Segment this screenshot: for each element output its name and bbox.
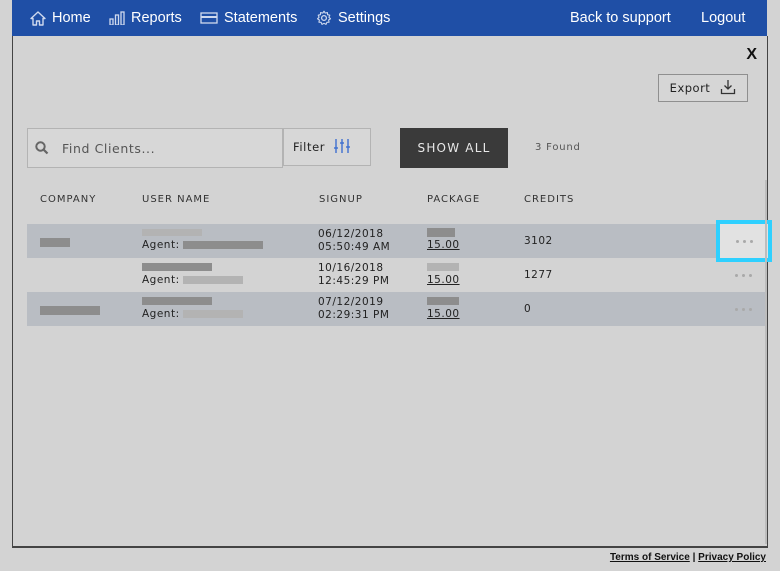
agent-label: Agent: (142, 274, 180, 286)
signup-date: 06/12/2018 (318, 228, 384, 240)
col-credits-header[interactable]: CREDITS (524, 194, 574, 205)
search-icon (34, 140, 50, 160)
filter-button[interactable]: Filter (283, 128, 371, 166)
home-icon (30, 10, 46, 26)
export-label: Export (669, 81, 711, 95)
nav-reports[interactable]: Reports (109, 0, 182, 36)
nav-home-label: Home (52, 10, 91, 26)
agent-label: Agent: (142, 308, 180, 320)
search-box (27, 128, 283, 168)
signup-cell: 07/12/2019 02:29:31 PM (318, 296, 389, 322)
col-company-header[interactable]: COMPANY (40, 194, 96, 205)
filter-label: Filter (293, 140, 326, 154)
close-button[interactable]: X (746, 46, 757, 64)
scrollbar[interactable] (765, 180, 767, 544)
back-to-support-link[interactable]: Back to support (570, 0, 671, 36)
row-actions-button[interactable] (719, 292, 767, 326)
more-icon (735, 239, 753, 243)
table-row[interactable]: Agent: 06/12/2018 05:50:49 AM 15.00 3102 (27, 224, 765, 258)
clients-panel: X Export Filter SHOW ALL 3 Found COMPANY… (12, 36, 772, 548)
signup-time: 02:29:31 PM (318, 309, 390, 321)
card-icon (200, 12, 218, 24)
bar-chart-icon (109, 11, 125, 25)
company-redacted (40, 236, 70, 248)
package-cell: 15.00 (427, 261, 460, 287)
nav-settings-label: Settings (338, 10, 391, 26)
logout-link[interactable]: Logout (701, 0, 745, 36)
credits-value: 1277 (524, 269, 553, 281)
col-username-header[interactable]: USER NAME (142, 194, 210, 205)
package-price-link[interactable]: 15.00 (427, 239, 460, 252)
agent-label: Agent: (142, 239, 180, 251)
show-all-button[interactable]: SHOW ALL (400, 128, 508, 168)
row-actions-button[interactable] (719, 258, 767, 292)
credits-value: 3102 (524, 235, 553, 247)
credits-value: 0 (524, 303, 532, 315)
footer-separator: | (692, 552, 696, 563)
privacy-policy-link[interactable]: Privacy Policy (698, 552, 766, 563)
col-package-header[interactable]: PACKAGE (427, 194, 480, 205)
package-price-link[interactable]: 15.00 (427, 274, 460, 287)
nav-home[interactable]: Home (30, 0, 91, 36)
signup-cell: 10/16/2018 12:45:29 PM (318, 262, 389, 288)
more-icon (734, 273, 752, 277)
footer: Terms of Service | Privacy Policy (610, 552, 766, 563)
sliders-icon (333, 138, 351, 157)
username-cell: Agent: (142, 261, 244, 287)
signup-date: 07/12/2019 (318, 296, 384, 308)
signup-cell: 06/12/2018 05:50:49 AM (318, 228, 390, 254)
gear-icon (316, 10, 332, 26)
download-icon (720, 79, 736, 98)
export-button[interactable]: Export (658, 74, 748, 102)
company-redacted (40, 304, 100, 316)
find-clients-input[interactable] (62, 129, 274, 167)
results-count: 3 Found (535, 142, 581, 153)
package-cell: 15.00 (427, 226, 460, 252)
username-cell: Agent: (142, 226, 264, 252)
col-signup-header[interactable]: SIGNUP (319, 194, 363, 205)
more-icon (734, 307, 752, 311)
terms-of-service-link[interactable]: Terms of Service (610, 552, 690, 563)
signup-time: 12:45:29 PM (318, 275, 390, 287)
nav-reports-label: Reports (131, 10, 182, 26)
signup-time: 05:50:49 AM (318, 241, 391, 253)
username-cell: Agent: (142, 295, 244, 321)
nav-statements-label: Statements (224, 10, 298, 26)
row-actions-button[interactable] (716, 220, 772, 262)
top-nav-bar: Home Reports Statements Settings Back to… (12, 0, 767, 36)
nav-settings[interactable]: Settings (316, 0, 390, 36)
table-row[interactable]: Agent: 10/16/2018 12:45:29 PM 15.00 1277 (27, 258, 765, 292)
table-row[interactable]: Agent: 07/12/2019 02:29:31 PM 15.00 0 (27, 292, 765, 326)
package-price-link[interactable]: 15.00 (427, 308, 460, 321)
nav-statements[interactable]: Statements (200, 0, 297, 36)
package-cell: 15.00 (427, 295, 460, 321)
signup-date: 10/16/2018 (318, 262, 384, 274)
